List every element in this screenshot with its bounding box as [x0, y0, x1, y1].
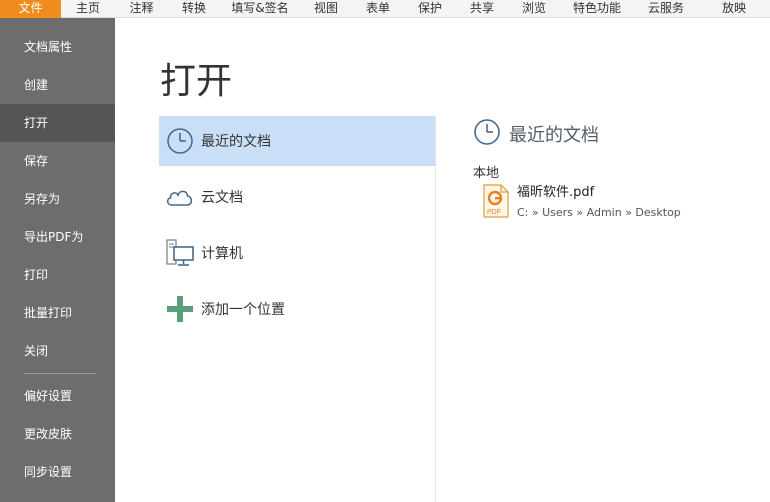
menu-cloud[interactable]: 云服务 [634, 0, 698, 18]
sidebar-item-batch-print[interactable]: 批量打印 [0, 294, 115, 332]
svg-text:PDF: PDF [487, 209, 501, 216]
file-name: 福昕软件.pdf [517, 185, 595, 200]
file-text: 福昕软件.pdf C: » Users » Admin » Desktop [517, 184, 681, 222]
file-path: C: » Users » Admin » Desktop [517, 206, 681, 219]
sidebar-item-open[interactable]: 打开 [0, 104, 115, 142]
page-title: 打开 [160, 61, 233, 102]
place-label: 云文档 [201, 190, 243, 206]
place-label: 计算机 [201, 246, 243, 262]
menu-features[interactable]: 特色功能 [560, 0, 634, 18]
app-window: 文件 主页 注释 转换 填写&签名 视图 表单 保护 共享 浏览 特色功能 云服… [0, 0, 770, 502]
sidebar-divider [24, 373, 96, 374]
sidebar-item-preferences[interactable]: 偏好设置 [0, 377, 115, 415]
place-add-location[interactable]: 添加一个位置 [159, 284, 435, 334]
place-cloud-documents[interactable]: 云文档 [159, 172, 435, 222]
recent-header: 最近的文档 [473, 118, 599, 150]
sidebar-item-close[interactable]: 关闭 [0, 332, 115, 370]
sidebar-item-print[interactable]: 打印 [0, 256, 115, 294]
menu-browse[interactable]: 浏览 [508, 0, 560, 18]
menu-home[interactable]: 主页 [61, 0, 115, 18]
cloud-icon [165, 182, 195, 212]
place-computer[interactable]: 计算机 [159, 228, 435, 278]
main-panel: 打开 最近的文档 云文档 计算机 添加一个位置 最近的文档 本地 PDF 福昕软… [115, 18, 770, 502]
menu-fill-sign[interactable]: 填写&签名 [220, 0, 300, 18]
computer-icon [165, 238, 195, 268]
recent-file-item[interactable]: PDF 福昕软件.pdf C: » Users » Admin » Deskto… [483, 184, 681, 222]
plus-icon [165, 294, 195, 324]
menu-file[interactable]: 文件 [0, 0, 61, 18]
local-section-label: 本地 [473, 166, 500, 181]
place-label: 添加一个位置 [201, 302, 285, 318]
place-recent-documents[interactable]: 最近的文档 [159, 116, 435, 166]
menu-comment[interactable]: 注释 [115, 0, 168, 18]
menu-convert[interactable]: 转换 [168, 0, 220, 18]
clock-icon [473, 118, 501, 150]
menu-form[interactable]: 表单 [352, 0, 404, 18]
sidebar-item-save-as[interactable]: 另存为 [0, 180, 115, 218]
panel-divider [435, 116, 436, 502]
pdf-file-icon: PDF [483, 184, 509, 222]
clock-icon [165, 126, 195, 156]
menu-slideshow[interactable]: 放映 [698, 0, 770, 18]
menu-bar: 文件 主页 注释 转换 填写&签名 视图 表单 保护 共享 浏览 特色功能 云服… [0, 0, 770, 18]
sidebar-item-save[interactable]: 保存 [0, 142, 115, 180]
recent-title: 最近的文档 [509, 125, 599, 146]
sidebar-item-change-skin[interactable]: 更改皮肤 [0, 415, 115, 453]
menu-view[interactable]: 视图 [300, 0, 352, 18]
sidebar-item-properties[interactable]: 文档属性 [0, 28, 115, 66]
menu-share[interactable]: 共享 [456, 0, 508, 18]
file-sidebar: 文档属性 创建 打开 保存 另存为 导出PDF为 打印 批量打印 关闭 偏好设置… [0, 18, 115, 502]
sidebar-item-create[interactable]: 创建 [0, 66, 115, 104]
menu-protect[interactable]: 保护 [404, 0, 456, 18]
sidebar-item-export-pdf[interactable]: 导出PDF为 [0, 218, 115, 256]
place-label: 最近的文档 [201, 134, 271, 150]
sidebar-item-sync-settings[interactable]: 同步设置 [0, 453, 115, 491]
